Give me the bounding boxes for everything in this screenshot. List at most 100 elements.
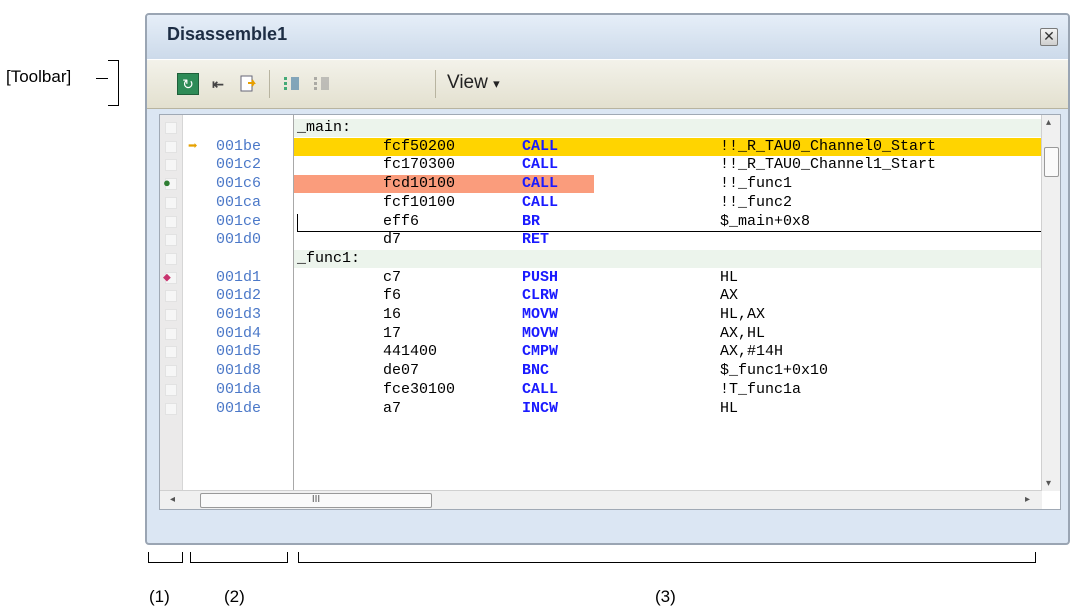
symbol-label: _func1: — [297, 249, 361, 267]
refresh-icon[interactable]: ↻ — [177, 73, 199, 95]
code-cell: fcf50200 — [383, 137, 456, 155]
annotation-area-2: (2) — [224, 587, 245, 606]
gutter-cell[interactable] — [165, 346, 177, 359]
address-cell: 001c2 — [216, 156, 262, 174]
mnemonic-cell: CLRW — [522, 287, 559, 305]
code-cell: de07 — [383, 362, 420, 380]
address-cell: 001ce — [216, 212, 262, 230]
label-background — [294, 249, 1042, 268]
gutter-cell[interactable] — [165, 252, 177, 265]
address-cell: 001d0 — [216, 231, 262, 249]
operand-cell: HL,AX — [720, 306, 766, 323]
annotation-bracket-1 — [148, 552, 183, 563]
annotation-toolbar-line — [96, 78, 108, 79]
title-bar: Disassemble1 ✕ — [147, 15, 1068, 59]
operand-cell: !!_func1 — [720, 175, 793, 193]
operand-cell: HL — [720, 399, 739, 417]
gutter-cell[interactable] — [165, 234, 177, 247]
step-out-icon[interactable] — [311, 73, 333, 95]
vertical-scroll-thumb[interactable] — [1044, 147, 1059, 177]
pc-arrow-icon: ➡ — [188, 137, 198, 156]
operand-cell: !T_func1a — [720, 380, 802, 398]
address-cell: 001d3 — [216, 306, 262, 323]
address-cell: 001da — [216, 380, 262, 398]
annotation-bracket-2 — [190, 552, 288, 563]
mnemonic-cell: CALL — [522, 175, 559, 193]
symbol-label: _main: — [297, 119, 352, 136]
chevron-down-icon: ▾ — [493, 76, 500, 91]
gutter-cell[interactable] — [165, 215, 177, 228]
mnemonic-cell: PUSH — [522, 268, 559, 286]
branch-indicator-line — [297, 213, 1042, 233]
toolbar-separator — [435, 70, 436, 98]
address-cell: 001de — [216, 399, 262, 417]
annotation-area-1: (1) — [149, 587, 170, 606]
mnemonic-cell: INCW — [522, 399, 559, 417]
annotation-toolbar-bracket — [108, 60, 119, 106]
code-cell: 441400 — [383, 343, 438, 361]
gutter-cell[interactable] — [165, 327, 177, 340]
go-to-pc-icon[interactable]: ⇤ — [207, 73, 229, 95]
gutter-cell[interactable] — [165, 122, 177, 134]
mnemonic-cell: MOVW — [522, 324, 559, 342]
mnemonic-cell: BNC — [522, 362, 550, 380]
operand-cell: !!_func2 — [720, 193, 793, 211]
address-cell: 001c6 — [216, 175, 262, 193]
operand-cell: AX — [720, 287, 739, 305]
code-cell: fc170300 — [383, 156, 456, 174]
address-cell: 001be — [216, 137, 262, 155]
panel-title: Disassemble1 — [167, 24, 288, 44]
scroll-right-icon[interactable]: ▸ — [1025, 494, 1030, 505]
mnemonic-cell: CALL — [522, 193, 559, 211]
disassembly-view[interactable]: _main: ➡ 001be fcf50200 CALL !!_R_TAU0_Channe… — [159, 114, 1061, 510]
gutter-cell[interactable] — [165, 383, 177, 396]
step-in-icon[interactable] — [281, 73, 303, 95]
breakpoint-icon[interactable]: ● — [163, 175, 171, 193]
mnemonic-cell: CALL — [522, 137, 559, 155]
gutter-cell[interactable] — [165, 290, 177, 303]
code-cell: 17 — [383, 324, 402, 342]
mnemonic-cell: RET — [522, 231, 550, 249]
scroll-left-icon[interactable]: ◂ — [170, 494, 175, 505]
operand-cell: AX,HL — [720, 324, 766, 342]
scroll-down-icon[interactable]: ▾ — [1046, 478, 1051, 489]
code-cell: fce30100 — [383, 380, 456, 398]
gutter-cell[interactable] — [165, 140, 177, 153]
horizontal-scrollbar[interactable]: ◂ III ▸ — [160, 490, 1042, 509]
vertical-scrollbar[interactable]: ▴ ▾ — [1041, 115, 1060, 491]
code-cell: c7 — [383, 268, 402, 286]
address-cell: 001ca — [216, 193, 262, 211]
toolbar-separator — [269, 70, 270, 98]
gutter-cell[interactable] — [165, 159, 177, 172]
code-cell: f6 — [383, 287, 402, 305]
gutter-cell[interactable] — [165, 402, 177, 415]
operand-cell: !!_R_TAU0_Channel1_Start — [720, 156, 937, 174]
code-cell: d7 — [383, 231, 402, 249]
view-menu-label: View — [447, 72, 488, 93]
code-cell: a7 — [383, 399, 402, 417]
toolbar: ↻ ⇤ View ▾ — [147, 59, 1068, 109]
gutter-cell[interactable] — [165, 309, 177, 321]
close-icon[interactable]: ✕ — [1040, 28, 1058, 46]
code-cell: fcf10100 — [383, 193, 456, 211]
operand-cell: HL — [720, 268, 739, 286]
scroll-up-icon[interactable]: ▴ — [1046, 117, 1051, 128]
annotation-bracket-3 — [298, 552, 1036, 563]
operand-cell: $_func1+0x10 — [720, 362, 829, 380]
operand-cell: !!_R_TAU0_Channel0_Start — [720, 137, 937, 155]
address-cell: 001d5 — [216, 343, 262, 361]
horizontal-scroll-thumb[interactable]: III — [200, 493, 432, 508]
mnemonic-cell: CALL — [522, 380, 559, 398]
go-to-symbol-icon[interactable] — [237, 73, 259, 95]
label-background — [294, 119, 1042, 137]
code-cell: fcd10100 — [383, 175, 456, 193]
column-separator — [293, 115, 294, 509]
annotation-area-3: (3) — [655, 587, 676, 606]
view-menu-button[interactable]: View ▾ — [443, 70, 504, 96]
gutter-cell[interactable] — [165, 196, 177, 209]
code-cell: 16 — [383, 306, 402, 323]
gutter-cell[interactable] — [165, 365, 177, 378]
address-cell: 001d2 — [216, 287, 262, 305]
event-icon[interactable]: ◆ — [163, 269, 171, 287]
operand-cell: AX,#14H — [720, 343, 784, 361]
